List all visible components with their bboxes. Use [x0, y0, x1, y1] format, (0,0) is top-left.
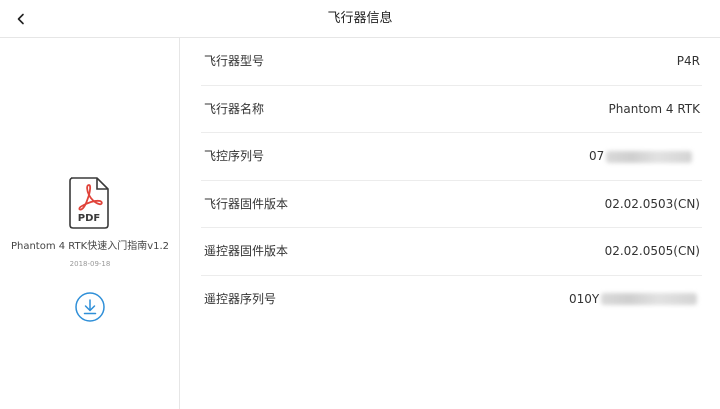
- info-label: 飞行器型号: [204, 54, 265, 68]
- info-label: 飞行器名称: [204, 101, 265, 116]
- info-value: P4R: [676, 54, 700, 68]
- serial-prefix: 07: [589, 149, 605, 163]
- info-value: Phantom 4 RTK: [608, 101, 700, 116]
- redaction-blur: [601, 293, 698, 305]
- document-date: 2018-09-18: [69, 260, 111, 268]
- page-title: 飞行器信息: [327, 11, 393, 26]
- info-value: 02.02.0503(CN): [604, 196, 700, 211]
- redaction-blur: [606, 150, 693, 163]
- info-row-aircraft-firmware: 飞行器固件版本 02.02.0503(CN): [201, 181, 702, 228]
- document-name[interactable]: Phantom 4 RTK快速入门指南v1.2: [0, 237, 180, 252]
- info-value-masked: 010Y: [569, 276, 698, 323]
- download-button[interactable]: [74, 291, 106, 323]
- info-label: 遥控器序列号: [204, 291, 277, 306]
- pdf-icon-label: PDF: [78, 213, 100, 224]
- top-bar: 飞行器信息: [0, 0, 720, 38]
- serial-prefix: 010Y: [569, 291, 600, 306]
- info-label: 遥控器固件版本: [204, 244, 289, 258]
- info-row-aircraft-model: 飞行器型号 P4R: [201, 38, 702, 86]
- info-row-remote-firmware: 遥控器固件版本 02.02.0505(CN): [201, 228, 702, 276]
- aircraft-info-list: 飞行器型号 P4R 飞行器名称 Phantom 4 RTK 飞控序列号 07 飞…: [182, 38, 720, 323]
- download-icon: [75, 292, 105, 322]
- pdf-file-icon[interactable]: PDF: [68, 177, 110, 229]
- info-value: 02.02.0505(CN): [604, 244, 700, 258]
- info-row-remote-serial: 遥控器序列号 010Y: [201, 276, 702, 324]
- info-label: 飞行器固件版本: [204, 196, 289, 211]
- info-row-flight-controller-serial: 飞控序列号 07: [201, 133, 702, 181]
- info-label: 飞控序列号: [204, 149, 265, 163]
- sidebar: PDF Phantom 4 RTK快速入门指南v1.2 2018-09-18: [0, 38, 180, 409]
- info-value-masked: 07: [589, 133, 693, 180]
- info-row-aircraft-name: 飞行器名称 Phantom 4 RTK: [201, 86, 702, 133]
